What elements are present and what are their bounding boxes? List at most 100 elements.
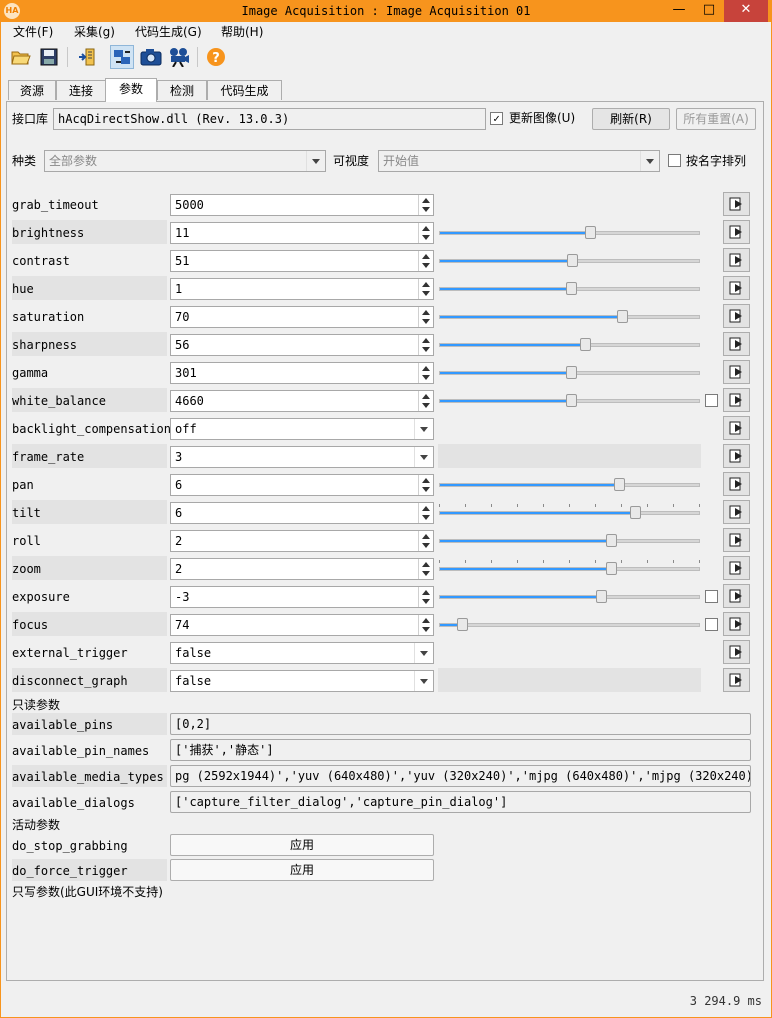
param-input-contrast[interactable]: 51: [170, 250, 434, 272]
refresh-button[interactable]: 刷新(R): [592, 108, 670, 130]
slider-handle[interactable]: [566, 394, 577, 407]
apply-button-do-stop-grabbing[interactable]: 应用: [170, 834, 434, 856]
param-input-focus[interactable]: 74: [170, 614, 434, 636]
save-icon[interactable]: [37, 45, 61, 69]
slider-handle[interactable]: [567, 254, 578, 267]
spin-arrows-icon[interactable]: [418, 251, 433, 271]
auto-checkbox[interactable]: [705, 618, 718, 631]
param-slider-saturation[interactable]: [439, 310, 700, 323]
tab-codegen[interactable]: 代码生成: [207, 80, 282, 100]
param-slider-pan[interactable]: [439, 478, 700, 491]
spin-arrows-icon[interactable]: [418, 307, 433, 327]
spin-arrows-icon[interactable]: [418, 475, 433, 495]
reset-param-button[interactable]: [723, 500, 750, 524]
menu-acquire[interactable]: 采集(g): [74, 23, 115, 40]
spin-arrows-icon[interactable]: [418, 363, 433, 383]
param-select-external-trigger[interactable]: false: [170, 642, 434, 664]
param-slider-hue[interactable]: [439, 282, 700, 295]
param-input-zoom[interactable]: 2: [170, 558, 434, 580]
snap-icon[interactable]: [139, 45, 163, 69]
param-input-exposure[interactable]: -3: [170, 586, 434, 608]
param-slider-brightness[interactable]: [439, 226, 700, 239]
reset-param-button[interactable]: [723, 416, 750, 440]
param-input-saturation[interactable]: 70: [170, 306, 434, 328]
slider-handle[interactable]: [580, 338, 591, 351]
slider-handle[interactable]: [606, 534, 617, 547]
param-input-brightness[interactable]: 11: [170, 222, 434, 244]
param-slider-contrast[interactable]: [439, 254, 700, 267]
slider-handle[interactable]: [566, 366, 577, 379]
param-input-grab-timeout[interactable]: 5000: [170, 194, 434, 216]
open-folder-icon[interactable]: [9, 45, 33, 69]
reset-param-button[interactable]: [723, 584, 750, 608]
reset-param-button[interactable]: [723, 640, 750, 664]
category-select[interactable]: 全部参数: [44, 150, 326, 172]
param-input-pan[interactable]: 6: [170, 474, 434, 496]
slider-handle[interactable]: [606, 562, 617, 575]
reset-param-button[interactable]: [723, 248, 750, 272]
menu-file[interactable]: 文件(F): [13, 23, 53, 40]
slider-handle[interactable]: [596, 590, 607, 603]
reset-param-button[interactable]: [723, 220, 750, 244]
slider-handle[interactable]: [614, 478, 625, 491]
spin-arrows-icon[interactable]: [418, 223, 433, 243]
reset-param-button[interactable]: [723, 276, 750, 300]
visibility-select[interactable]: 开始值: [378, 150, 660, 172]
reset-param-button[interactable]: [723, 612, 750, 636]
reset-param-button[interactable]: [723, 388, 750, 412]
reset-param-button[interactable]: [723, 304, 750, 328]
param-slider-sharpness[interactable]: [439, 338, 700, 351]
minimize-button[interactable]: —: [664, 0, 694, 22]
param-select-frame-rate[interactable]: 3: [170, 446, 434, 468]
reset-param-button[interactable]: [723, 668, 750, 692]
tab-connection[interactable]: 连接: [56, 80, 106, 100]
slider-handle[interactable]: [617, 310, 628, 323]
tab-resources[interactable]: 资源: [8, 80, 56, 100]
param-slider-focus[interactable]: [439, 618, 700, 631]
param-select-disconnect-graph[interactable]: false: [170, 670, 434, 692]
reset-param-button[interactable]: [723, 556, 750, 580]
help-icon[interactable]: ?: [204, 45, 228, 69]
update-image-checkbox[interactable]: ✓: [490, 112, 503, 125]
connect-icon[interactable]: [110, 45, 134, 69]
param-input-gamma[interactable]: 301: [170, 362, 434, 384]
auto-checkbox[interactable]: [705, 394, 718, 407]
reset-param-button[interactable]: [723, 444, 750, 468]
tab-parameters[interactable]: 参数: [105, 78, 157, 102]
spin-arrows-icon[interactable]: [418, 531, 433, 551]
slider-handle[interactable]: [566, 282, 577, 295]
param-slider-exposure[interactable]: [439, 590, 700, 603]
spin-arrows-icon[interactable]: [418, 391, 433, 411]
spin-arrows-icon[interactable]: [418, 279, 433, 299]
slider-handle[interactable]: [585, 226, 596, 239]
param-slider-gamma[interactable]: [439, 366, 700, 379]
slider-handle[interactable]: [457, 618, 468, 631]
param-input-hue[interactable]: 1: [170, 278, 434, 300]
reset-param-button[interactable]: [723, 528, 750, 552]
maximize-button[interactable]: □: [694, 0, 724, 22]
live-video-icon[interactable]: [167, 45, 191, 69]
spin-arrows-icon[interactable]: [418, 587, 433, 607]
reset-param-button[interactable]: [723, 360, 750, 384]
slider-handle[interactable]: [630, 506, 641, 519]
spin-arrows-icon[interactable]: [418, 503, 433, 523]
reset-param-button[interactable]: [723, 472, 750, 496]
param-input-sharpness[interactable]: 56: [170, 334, 434, 356]
sort-by-name-checkbox[interactable]: [668, 154, 681, 167]
interface-icon[interactable]: [75, 45, 99, 69]
spin-arrows-icon[interactable]: [418, 195, 433, 215]
reset-all-button[interactable]: 所有重置(A): [676, 108, 756, 130]
spin-arrows-icon[interactable]: [418, 335, 433, 355]
spin-arrows-icon[interactable]: [418, 615, 433, 635]
menu-help[interactable]: 帮助(H): [221, 23, 263, 40]
param-slider-white-balance[interactable]: [439, 394, 700, 407]
param-input-roll[interactable]: 2: [170, 530, 434, 552]
close-button[interactable]: ✕: [724, 0, 768, 22]
apply-button-do-force-trigger[interactable]: 应用: [170, 859, 434, 881]
param-input-white-balance[interactable]: 4660: [170, 390, 434, 412]
reset-param-button[interactable]: [723, 192, 750, 216]
param-slider-tilt[interactable]: [439, 506, 700, 519]
menu-codegen[interactable]: 代码生成(G): [135, 23, 202, 40]
spin-arrows-icon[interactable]: [418, 559, 433, 579]
param-select-backlight-compensation[interactable]: off: [170, 418, 434, 440]
